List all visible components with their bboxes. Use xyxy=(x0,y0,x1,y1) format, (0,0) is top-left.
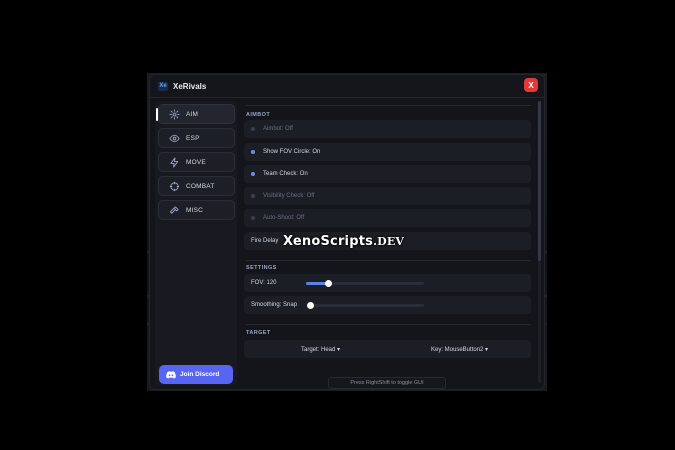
divider xyxy=(246,260,531,261)
toggle-show-fov-circle[interactable]: Show FOV Circle: On xyxy=(244,143,531,161)
smoothing-slider-handle[interactable] xyxy=(307,302,314,309)
eye-icon xyxy=(168,132,180,144)
sidebar-item-misc[interactable]: MISC xyxy=(158,200,235,220)
active-indicator xyxy=(156,108,158,121)
target-options-row: Target: Head ▾ Key: MouseButton2 ▾ xyxy=(244,340,531,358)
toggle-indicator xyxy=(251,194,255,198)
divider xyxy=(246,324,531,325)
join-discord-button[interactable]: Join Discord xyxy=(159,365,233,384)
toggle-auto-shoot[interactable]: Auto-Shoot: Off xyxy=(244,209,531,227)
sidebar-item-move[interactable]: MOVE xyxy=(158,152,235,172)
discord-icon xyxy=(166,366,176,384)
toggle-visibility-check[interactable]: Visibility Check: Off xyxy=(244,187,531,205)
sidebar: AIM ESP MOVE COMBAT MISC Join Discord xyxy=(155,101,237,385)
toggle-aimbot[interactable]: Aimbot: Off xyxy=(244,120,531,138)
toggle-label: Auto-Shoot: Off xyxy=(263,215,305,221)
toggle-label: Team Check: On xyxy=(263,171,308,177)
title-bar[interactable]: Xe XeRivals X xyxy=(150,75,544,98)
app-title: XeRivals xyxy=(173,81,207,91)
sidebar-item-label: MOVE xyxy=(186,158,206,166)
divider xyxy=(246,105,531,106)
sidebar-item-label: ESP xyxy=(186,134,200,142)
join-discord-label: Join Discord xyxy=(180,371,220,378)
close-button[interactable]: X xyxy=(524,78,538,92)
toggle-indicator xyxy=(251,150,255,154)
scrollbar-thumb[interactable] xyxy=(538,101,541,261)
target-dropdown[interactable]: Target: Head ▾ xyxy=(301,346,340,353)
key-dropdown[interactable]: Key: MouseButton2 ▾ xyxy=(431,346,488,353)
toggle-team-check[interactable]: Team Check: On xyxy=(244,165,531,183)
crosshair-icon xyxy=(168,180,180,192)
section-title-aimbot: AIMBOT xyxy=(246,112,271,118)
section-title-settings: SETTINGS xyxy=(246,265,277,271)
hammer-icon xyxy=(168,204,180,216)
sidebar-item-label: COMBAT xyxy=(186,182,215,190)
gear-icon xyxy=(168,108,180,120)
watermark: XenoScripts.DEV xyxy=(283,234,404,249)
watermark-suffix: .DEV xyxy=(373,235,405,248)
smoothing-slider-row[interactable]: Smoothing: Snap xyxy=(244,296,531,314)
toggle-label: Show FOV Circle: On xyxy=(263,149,321,155)
toggle-indicator xyxy=(251,216,255,220)
watermark-main: XenoScripts xyxy=(283,234,374,249)
smoothing-slider-track[interactable] xyxy=(310,304,424,307)
sidebar-item-combat[interactable]: COMBAT xyxy=(158,176,235,196)
xerivals-window: Xe XeRivals X AIM ESP MOVE COMBAT MISC J… xyxy=(150,75,544,389)
toggle-gui-hint: Press RightShift to toggle GUI xyxy=(328,377,446,389)
fire-delay-label: Fire Delay xyxy=(251,238,279,244)
sidebar-item-label: AIM xyxy=(186,110,199,118)
sidebar-item-aim[interactable]: AIM xyxy=(156,104,235,124)
section-title-target: TARGET xyxy=(246,330,271,336)
sidebar-item-esp[interactable]: ESP xyxy=(158,128,235,148)
smoothing-label: Smoothing: Snap xyxy=(251,302,298,308)
fov-label: FOV: 120 xyxy=(251,280,277,286)
lightning-icon xyxy=(168,156,180,168)
toggle-label: Aimbot: Off xyxy=(263,126,293,132)
toggle-indicator xyxy=(251,172,255,176)
fov-slider-row[interactable]: FOV: 120 xyxy=(244,274,531,292)
app-logo-icon: Xe xyxy=(158,81,168,91)
sidebar-item-label: MISC xyxy=(186,206,204,214)
toggle-indicator xyxy=(251,127,255,131)
fov-slider-handle[interactable] xyxy=(325,280,333,287)
toggle-label: Visibility Check: Off xyxy=(263,193,315,199)
scrollbar[interactable] xyxy=(538,101,541,383)
